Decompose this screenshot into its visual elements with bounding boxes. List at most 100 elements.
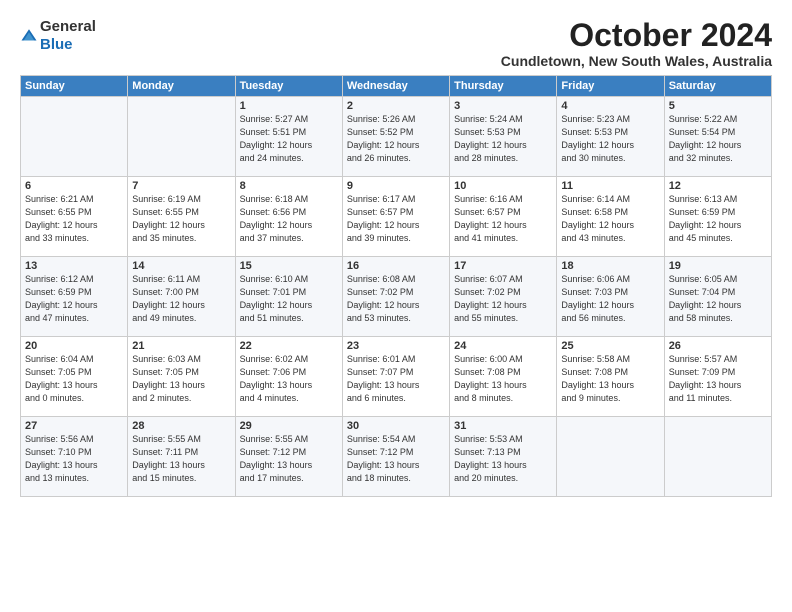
- day-info: Sunrise: 5:23 AMSunset: 5:53 PMDaylight:…: [561, 113, 659, 165]
- day-number: 10: [454, 180, 552, 192]
- day-number: 3: [454, 100, 552, 112]
- calendar-cell: [557, 417, 664, 497]
- day-info: Sunrise: 5:54 AMSunset: 7:12 PMDaylight:…: [347, 433, 445, 485]
- day-number: 2: [347, 100, 445, 112]
- day-info: Sunrise: 6:18 AMSunset: 6:56 PMDaylight:…: [240, 193, 338, 245]
- day-number: 31: [454, 420, 552, 432]
- day-info: Sunrise: 5:27 AMSunset: 5:51 PMDaylight:…: [240, 113, 338, 165]
- calendar-cell: 23Sunrise: 6:01 AMSunset: 7:07 PMDayligh…: [342, 337, 449, 417]
- calendar-cell: 15Sunrise: 6:10 AMSunset: 7:01 PMDayligh…: [235, 257, 342, 337]
- day-number: 1: [240, 100, 338, 112]
- calendar-cell: 11Sunrise: 6:14 AMSunset: 6:58 PMDayligh…: [557, 177, 664, 257]
- calendar-cell: 14Sunrise: 6:11 AMSunset: 7:00 PMDayligh…: [128, 257, 235, 337]
- day-number: 25: [561, 340, 659, 352]
- calendar-cell: 30Sunrise: 5:54 AMSunset: 7:12 PMDayligh…: [342, 417, 449, 497]
- day-info: Sunrise: 6:08 AMSunset: 7:02 PMDaylight:…: [347, 273, 445, 325]
- day-info: Sunrise: 5:56 AMSunset: 7:10 PMDaylight:…: [25, 433, 123, 485]
- day-info: Sunrise: 5:55 AMSunset: 7:11 PMDaylight:…: [132, 433, 230, 485]
- calendar-cell: 6Sunrise: 6:21 AMSunset: 6:55 PMDaylight…: [21, 177, 128, 257]
- calendar-cell: 3Sunrise: 5:24 AMSunset: 5:53 PMDaylight…: [450, 97, 557, 177]
- col-header-saturday: Saturday: [664, 76, 771, 97]
- day-number: 23: [347, 340, 445, 352]
- day-number: 24: [454, 340, 552, 352]
- day-info: Sunrise: 5:55 AMSunset: 7:12 PMDaylight:…: [240, 433, 338, 485]
- day-info: Sunrise: 6:07 AMSunset: 7:02 PMDaylight:…: [454, 273, 552, 325]
- calendar-cell: 17Sunrise: 6:07 AMSunset: 7:02 PMDayligh…: [450, 257, 557, 337]
- calendar-cell: 5Sunrise: 5:22 AMSunset: 5:54 PMDaylight…: [664, 97, 771, 177]
- calendar-cell: 31Sunrise: 5:53 AMSunset: 7:13 PMDayligh…: [450, 417, 557, 497]
- day-info: Sunrise: 6:16 AMSunset: 6:57 PMDaylight:…: [454, 193, 552, 245]
- day-info: Sunrise: 6:11 AMSunset: 7:00 PMDaylight:…: [132, 273, 230, 325]
- day-info: Sunrise: 6:03 AMSunset: 7:05 PMDaylight:…: [132, 353, 230, 405]
- calendar-table: SundayMondayTuesdayWednesdayThursdayFrid…: [20, 75, 772, 497]
- day-info: Sunrise: 6:12 AMSunset: 6:59 PMDaylight:…: [25, 273, 123, 325]
- day-number: 20: [25, 340, 123, 352]
- calendar-cell: 18Sunrise: 6:06 AMSunset: 7:03 PMDayligh…: [557, 257, 664, 337]
- col-header-thursday: Thursday: [450, 76, 557, 97]
- day-number: 5: [669, 100, 767, 112]
- calendar-cell: [128, 97, 235, 177]
- col-header-sunday: Sunday: [21, 76, 128, 97]
- day-number: 27: [25, 420, 123, 432]
- day-number: 17: [454, 260, 552, 272]
- day-info: Sunrise: 6:17 AMSunset: 6:57 PMDaylight:…: [347, 193, 445, 245]
- day-number: 14: [132, 260, 230, 272]
- logo-general: General: [40, 18, 96, 35]
- col-header-tuesday: Tuesday: [235, 76, 342, 97]
- day-number: 8: [240, 180, 338, 192]
- day-number: 7: [132, 180, 230, 192]
- day-number: 30: [347, 420, 445, 432]
- month-title: October 2024: [501, 18, 772, 53]
- day-number: 11: [561, 180, 659, 192]
- day-number: 21: [132, 340, 230, 352]
- day-number: 6: [25, 180, 123, 192]
- calendar-cell: 28Sunrise: 5:55 AMSunset: 7:11 PMDayligh…: [128, 417, 235, 497]
- col-header-monday: Monday: [128, 76, 235, 97]
- day-number: 19: [669, 260, 767, 272]
- logo-blue: Blue: [40, 36, 73, 53]
- calendar-cell: 22Sunrise: 6:02 AMSunset: 7:06 PMDayligh…: [235, 337, 342, 417]
- calendar-cell: 4Sunrise: 5:23 AMSunset: 5:53 PMDaylight…: [557, 97, 664, 177]
- calendar-cell: [664, 417, 771, 497]
- day-info: Sunrise: 6:14 AMSunset: 6:58 PMDaylight:…: [561, 193, 659, 245]
- calendar-cell: 8Sunrise: 6:18 AMSunset: 6:56 PMDaylight…: [235, 177, 342, 257]
- day-info: Sunrise: 6:19 AMSunset: 6:55 PMDaylight:…: [132, 193, 230, 245]
- day-info: Sunrise: 6:06 AMSunset: 7:03 PMDaylight:…: [561, 273, 659, 325]
- day-number: 26: [669, 340, 767, 352]
- day-info: Sunrise: 6:00 AMSunset: 7:08 PMDaylight:…: [454, 353, 552, 405]
- day-info: Sunrise: 5:58 AMSunset: 7:08 PMDaylight:…: [561, 353, 659, 405]
- day-info: Sunrise: 5:26 AMSunset: 5:52 PMDaylight:…: [347, 113, 445, 165]
- calendar-cell: 26Sunrise: 5:57 AMSunset: 7:09 PMDayligh…: [664, 337, 771, 417]
- day-number: 13: [25, 260, 123, 272]
- logo: General Blue: [20, 18, 96, 54]
- col-header-wednesday: Wednesday: [342, 76, 449, 97]
- title-block: October 2024 Cundletown, New South Wales…: [501, 18, 772, 69]
- day-info: Sunrise: 6:21 AMSunset: 6:55 PMDaylight:…: [25, 193, 123, 245]
- day-info: Sunrise: 6:02 AMSunset: 7:06 PMDaylight:…: [240, 353, 338, 405]
- calendar-cell: 1Sunrise: 5:27 AMSunset: 5:51 PMDaylight…: [235, 97, 342, 177]
- calendar-cell: 13Sunrise: 6:12 AMSunset: 6:59 PMDayligh…: [21, 257, 128, 337]
- logo-icon: [20, 27, 38, 45]
- day-info: Sunrise: 5:57 AMSunset: 7:09 PMDaylight:…: [669, 353, 767, 405]
- day-info: Sunrise: 5:24 AMSunset: 5:53 PMDaylight:…: [454, 113, 552, 165]
- day-info: Sunrise: 6:01 AMSunset: 7:07 PMDaylight:…: [347, 353, 445, 405]
- calendar-cell: [21, 97, 128, 177]
- calendar-cell: 27Sunrise: 5:56 AMSunset: 7:10 PMDayligh…: [21, 417, 128, 497]
- day-number: 9: [347, 180, 445, 192]
- day-number: 12: [669, 180, 767, 192]
- day-number: 4: [561, 100, 659, 112]
- calendar-cell: 9Sunrise: 6:17 AMSunset: 6:57 PMDaylight…: [342, 177, 449, 257]
- calendar-cell: 20Sunrise: 6:04 AMSunset: 7:05 PMDayligh…: [21, 337, 128, 417]
- calendar-cell: 25Sunrise: 5:58 AMSunset: 7:08 PMDayligh…: [557, 337, 664, 417]
- day-number: 15: [240, 260, 338, 272]
- calendar-cell: 21Sunrise: 6:03 AMSunset: 7:05 PMDayligh…: [128, 337, 235, 417]
- calendar-cell: 12Sunrise: 6:13 AMSunset: 6:59 PMDayligh…: [664, 177, 771, 257]
- location-title: Cundletown, New South Wales, Australia: [501, 53, 772, 69]
- day-info: Sunrise: 6:13 AMSunset: 6:59 PMDaylight:…: [669, 193, 767, 245]
- day-info: Sunrise: 6:10 AMSunset: 7:01 PMDaylight:…: [240, 273, 338, 325]
- day-number: 29: [240, 420, 338, 432]
- day-number: 22: [240, 340, 338, 352]
- day-info: Sunrise: 5:22 AMSunset: 5:54 PMDaylight:…: [669, 113, 767, 165]
- calendar-cell: 2Sunrise: 5:26 AMSunset: 5:52 PMDaylight…: [342, 97, 449, 177]
- day-number: 18: [561, 260, 659, 272]
